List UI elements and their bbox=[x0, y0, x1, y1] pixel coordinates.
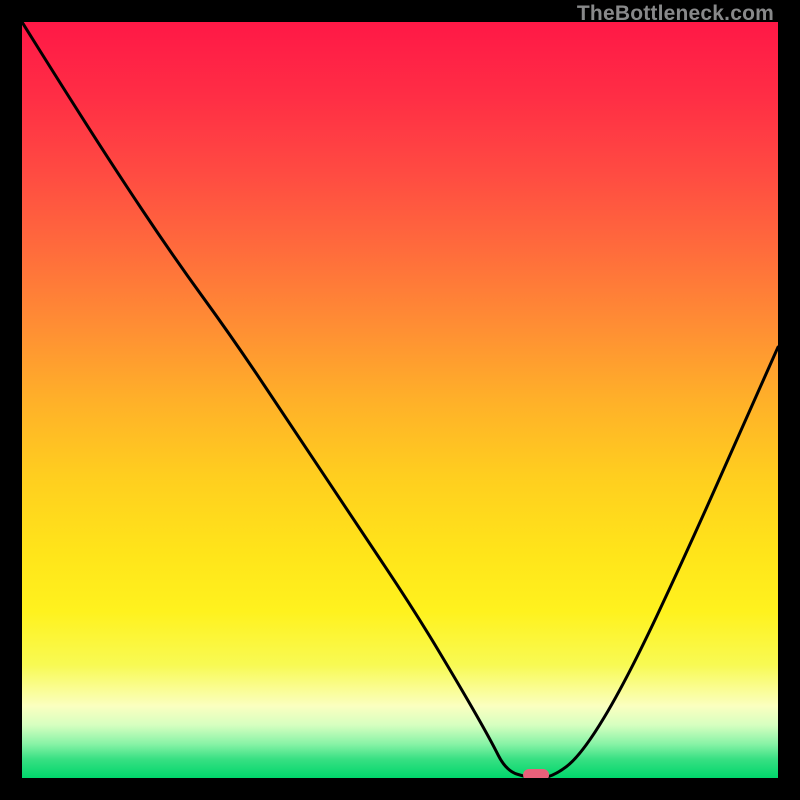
chart-svg bbox=[22, 22, 778, 778]
chart-frame: TheBottleneck.com bbox=[0, 0, 800, 800]
plot-area bbox=[22, 22, 778, 778]
gradient-background bbox=[22, 22, 778, 778]
optimal-marker bbox=[523, 769, 549, 778]
